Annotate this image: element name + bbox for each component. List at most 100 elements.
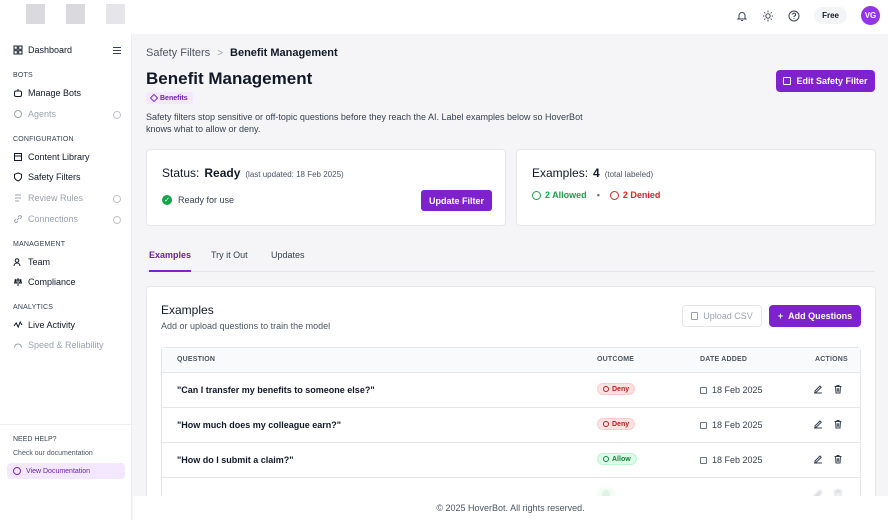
table-row: "Can I transfer my benefits to someone e… (162, 373, 860, 408)
edit-icon[interactable] (813, 489, 823, 496)
upload-csv-button[interactable]: Upload CSV (682, 305, 762, 327)
edit-safety-filter-button[interactable]: Edit Safety Filter (776, 70, 875, 92)
trash-icon[interactable] (833, 384, 843, 394)
help-subtitle: Check our documentation (13, 450, 93, 457)
date-label: 18 Feb 2025 (712, 420, 763, 430)
question-text: "Can I transfer my benefits to someone e… (177, 385, 375, 395)
sidebar-item-live-activity[interactable]: Live Activity (13, 320, 75, 330)
examples-sub: (total labeled) (604, 170, 654, 179)
avatar[interactable]: VG (861, 6, 880, 25)
library-icon (14, 153, 22, 161)
file-icon (691, 312, 699, 320)
sidebar-item-team[interactable]: Team (13, 257, 50, 267)
bell-icon[interactable] (736, 10, 748, 22)
agent-icon (14, 110, 22, 118)
add-questions-button[interactable]: + Add Questions (769, 305, 861, 327)
menu-toggle-icon[interactable] (113, 47, 121, 54)
sidebar-section-bots: BOTS (13, 72, 33, 79)
trash-icon[interactable] (833, 489, 843, 496)
edit-icon (783, 77, 792, 85)
help-circle-icon (13, 467, 21, 475)
sidebar-item-label: Compliance (28, 277, 76, 287)
sidebar-item-compliance[interactable]: Compliance (13, 277, 76, 287)
sun-icon[interactable] (762, 10, 774, 22)
column-header: ACTIONS (815, 356, 848, 363)
help-icon[interactable] (788, 10, 800, 22)
team-icon (13, 258, 21, 267)
status-card: Status: Ready (last updated: 18 Feb 2025… (146, 149, 506, 226)
sidebar-item-safety-filters[interactable]: Safety Filters (13, 172, 81, 182)
ready-text: Ready for use (178, 195, 235, 205)
help-box: NEED HELP? Check our documentation View … (0, 424, 132, 490)
tag-icon (149, 93, 159, 103)
trash-icon[interactable] (833, 454, 843, 464)
trash-icon[interactable] (833, 419, 843, 429)
footer: © 2025 HoverBot. All rights reserved. (133, 496, 888, 520)
edit-icon[interactable] (813, 454, 823, 464)
last-updated: (last updated: 18 Feb 2025) (245, 170, 344, 179)
allowed-count-label: 2 Allowed (545, 190, 587, 200)
compliance-icon (13, 278, 23, 286)
date-added: 18 Feb 2025 (700, 385, 763, 395)
sidebar-item-label: Review Rules (28, 193, 84, 203)
sidebar-section-configuration: CONFIGURATION (13, 136, 74, 143)
sidebar-item-content-library[interactable]: Content Library (13, 152, 90, 162)
date-added: 18 Feb 2025 (700, 455, 763, 465)
logo-icon (106, 4, 125, 24)
column-header: QUESTION (177, 356, 216, 363)
update-filter-button[interactable]: Update Filter (421, 190, 492, 211)
sidebar-item-dashboard[interactable]: Dashboard (13, 45, 72, 55)
examples-value: 4 (593, 166, 600, 180)
plan-badge[interactable]: Free (814, 7, 847, 24)
outcome-label: Deny (612, 420, 630, 428)
edit-safety-filter-label: Edit Safety Filter (796, 76, 868, 86)
x-circle-icon (603, 386, 609, 392)
sidebar-item-speed-reliability[interactable]: Speed & Reliability (13, 340, 104, 350)
outcome-badge: Deny (597, 383, 636, 395)
breadcrumb-parent[interactable]: Safety Filters (146, 47, 210, 59)
calendar-icon (700, 386, 707, 394)
sidebar-item-label: Manage Bots (28, 88, 82, 98)
edit-icon[interactable] (813, 419, 823, 429)
sidebar-item-manage-bots[interactable]: Manage Bots (13, 88, 81, 98)
add-circle-icon[interactable] (113, 111, 121, 119)
examples-title: Examples (161, 303, 214, 317)
edit-icon[interactable] (813, 384, 823, 394)
sidebar-item-review-rules[interactable]: Review Rules (13, 193, 83, 203)
outcome-counts: 2 Allowed • 2 Denied (532, 190, 660, 200)
add-circle-icon[interactable] (113, 195, 121, 203)
outcome-label: Allow (612, 455, 631, 463)
breadcrumb: Safety Filters > Benefit Management (146, 47, 338, 59)
tab-updates[interactable]: Updates (271, 250, 305, 272)
add-questions-label: Add Questions (788, 311, 853, 321)
sidebar-item-label: Dashboard (28, 45, 73, 55)
link-icon (14, 215, 22, 223)
sidebar-item-label: Speed & Reliability (28, 340, 104, 350)
sidebar-item-label: Connections (28, 214, 79, 224)
sidebar-item-connections[interactable]: Connections (13, 214, 78, 224)
examples-table: QUESTION OUTCOME DATE ADDED ACTIONS "Can… (161, 347, 861, 496)
tab-examples[interactable]: Examples (149, 250, 192, 272)
x-circle-icon (603, 421, 609, 427)
ready-indicator: ✓ Ready for use (162, 195, 234, 205)
activity-icon (13, 320, 23, 329)
examples-section: Examples Add or upload questions to trai… (146, 286, 876, 496)
view-documentation-link[interactable]: View Documentation (7, 463, 125, 479)
examples-label: Examples: (532, 166, 589, 180)
help-title: NEED HELP? (13, 436, 57, 443)
question-text: "How much does my colleague earn?" (177, 420, 342, 430)
sidebar-item-agents[interactable]: Agents (13, 109, 56, 119)
chevron-right-icon: > (217, 47, 224, 59)
gauge-icon (14, 343, 22, 348)
upload-csv-label: Upload CSV (703, 311, 753, 321)
tag-label: Benefits (160, 94, 188, 102)
status-value: Ready (204, 166, 241, 180)
sidebar-item-label: Safety Filters (28, 172, 81, 182)
outcome-badge (597, 488, 615, 496)
sidebar-item-label: Team (28, 257, 51, 267)
table-header: QUESTION OUTCOME DATE ADDED ACTIONS (162, 348, 860, 373)
logo-icon (66, 4, 85, 24)
add-circle-icon[interactable] (113, 216, 121, 224)
tab-try-it-out[interactable]: Try it Out (211, 250, 248, 272)
grid-icon (13, 45, 23, 55)
